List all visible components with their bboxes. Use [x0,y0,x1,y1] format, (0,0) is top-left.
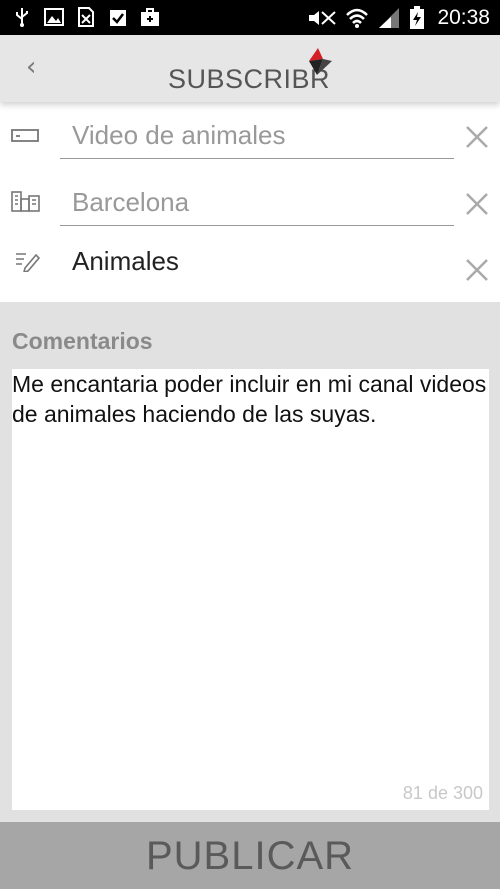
signal-icon [379,8,400,28]
sim-off-icon [78,7,94,27]
back-button[interactable]: ‹ [26,52,36,82]
category-input-text: Animales [72,246,179,276]
clock: 20:38 [437,6,490,29]
city-row: Barcelona [0,181,500,241]
app-bar: ‹ SUBSCRIBR [0,35,500,102]
comments-text: Me encantaria poder incluir en mi canal … [12,371,487,427]
no-sound-icon [309,11,337,25]
title-field-icon [11,129,39,142]
comments-section: Comentarios Me encantaria poder incluir … [0,302,500,822]
title-row: Video de animales [0,114,500,174]
title-input[interactable]: Video de animales [60,114,454,159]
clear-category-icon[interactable] [464,257,490,283]
wifi-icon [346,8,369,28]
title-input-text: Video de animales [72,120,286,150]
usb-icon [16,8,28,27]
clipboard-check-icon [110,10,126,26]
city-input[interactable]: Barcelona [60,181,454,226]
system-icons: 20:38 [307,6,490,30]
comments-textarea[interactable]: Me encantaria poder incluir en mi canal … [12,369,489,810]
comments-label: Comentarios [12,328,153,354]
publish-button[interactable]: PUBLICAR [0,822,500,889]
character-counter: 81 de 300 [402,783,483,803]
notification-icons [12,7,160,27]
category-row: Animales [0,240,500,300]
category-icon [16,253,41,272]
subscription-form: Video de animales Barcelona Animales [0,102,500,302]
clear-city-icon[interactable] [464,191,490,217]
subscribr-logo: SUBSCRIBR [168,47,333,97]
city-input-text: Barcelona [72,187,190,217]
logo-mark-icon [309,48,332,75]
status-bar: 20:38 [0,0,500,35]
city-icon [11,191,40,212]
battery-charging-icon [410,6,425,29]
clear-title-icon[interactable] [464,124,490,150]
image-icon [44,8,64,26]
publish-button-label: PUBLICAR [145,834,355,878]
category-input[interactable]: Animales [60,240,454,284]
briefcase-icon [141,8,159,26]
